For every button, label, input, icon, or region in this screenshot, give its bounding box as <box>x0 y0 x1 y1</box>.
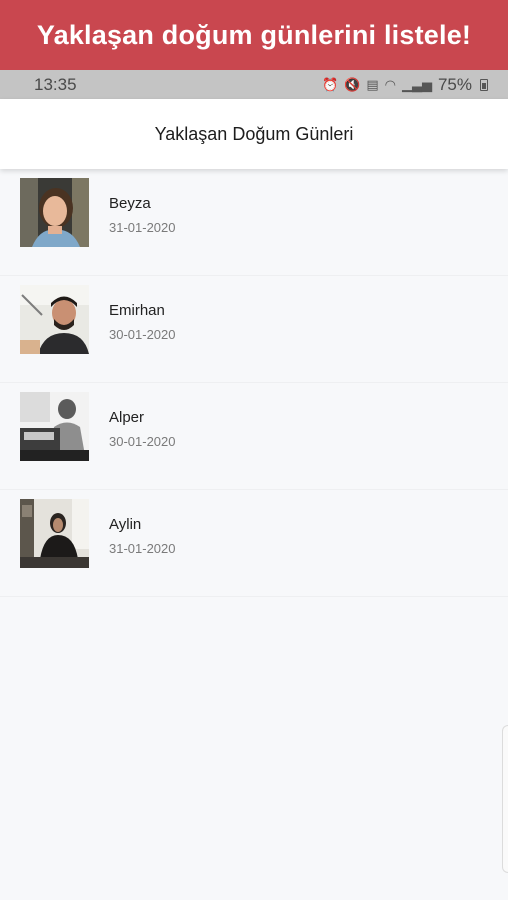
edge-panel-handle[interactable] <box>502 725 508 873</box>
status-bar: 13:35 ⏰ 🔇 ▤ ◠ ▁▃▅ 75% <box>0 70 508 99</box>
wifi-icon: ◠ <box>384 76 396 92</box>
mute-icon: 🔇 <box>344 76 361 92</box>
avatar <box>20 285 89 354</box>
promo-banner: Yaklaşan doğum günlerini listele! <box>0 0 508 70</box>
avatar <box>20 392 89 461</box>
birthday-list: Beyza 31-01-2020 Emirhan 30-01-2020 Alpe… <box>0 169 508 597</box>
promo-banner-text: Yaklaşan doğum günlerini listele! <box>36 19 472 50</box>
app-bar: Yaklaşan Doğum Günleri <box>0 99 508 169</box>
signal-icon: ▁▃▅ <box>401 76 432 92</box>
birthday-info: Alper 30-01-2020 <box>109 392 176 449</box>
birthday-date: 31-01-2020 <box>109 541 176 556</box>
person-name: Aylin <box>109 516 142 533</box>
birthday-info: Aylin 31-01-2020 <box>109 499 176 556</box>
list-item[interactable]: Beyza 31-01-2020 <box>0 169 508 276</box>
battery-percent: 75% <box>437 74 472 94</box>
list-item[interactable]: Alper 30-01-2020 <box>0 383 508 490</box>
list-item[interactable]: Aylin 31-01-2020 <box>0 490 508 597</box>
birthday-date: 30-01-2020 <box>109 327 176 342</box>
person-name: Emirhan <box>109 302 165 319</box>
avatar <box>20 499 89 568</box>
status-time: 13:35 <box>34 74 77 94</box>
volte-icon: ▤ <box>366 76 379 92</box>
birthday-info: Beyza 31-01-2020 <box>109 178 176 235</box>
person-name: Beyza <box>109 195 151 212</box>
battery-icon <box>480 78 488 91</box>
person-name: Alper <box>109 409 145 426</box>
birthday-date: 30-01-2020 <box>109 434 176 449</box>
birthday-date: 31-01-2020 <box>109 220 176 235</box>
alarm-icon: ⏰ <box>321 76 339 92</box>
page-title: Yaklaşan Doğum Günleri <box>154 123 354 144</box>
birthday-info: Emirhan 30-01-2020 <box>109 285 176 342</box>
list-item[interactable]: Emirhan 30-01-2020 <box>0 276 508 383</box>
avatar <box>20 178 89 247</box>
status-icons: ⏰ 🔇 ▤ ◠ ▁▃▅ 75% <box>322 75 488 95</box>
